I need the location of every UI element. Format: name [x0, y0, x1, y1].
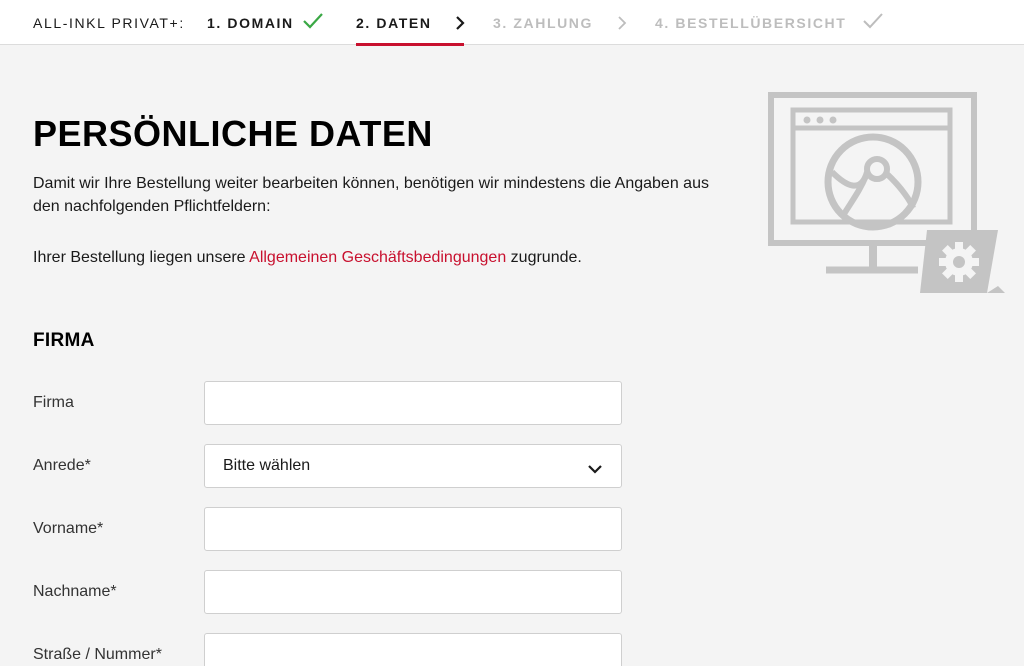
anrede-select[interactable]: Bitte wählen [204, 444, 622, 488]
vorname-input[interactable] [204, 507, 622, 551]
intro-text: Damit wir Ihre Bestellung weiter bearbei… [33, 175, 709, 215]
product-name: ALL-INKL PRIVAT+: [33, 15, 185, 31]
nachname-label: Nachname* [33, 583, 117, 600]
strasse-input[interactable] [204, 633, 622, 666]
active-step-indicator [356, 43, 464, 46]
anrede-selected-value: Bitte wählen [223, 457, 311, 474]
section-title-firma: FIRMA [33, 330, 95, 351]
vorname-label: Vorname* [33, 520, 104, 537]
strasse-label: Straße / Nummer* [33, 646, 162, 663]
page-title: PERSÖNLICHE DATEN [33, 113, 433, 154]
monitor-globe-icon [766, 90, 1008, 303]
terms-link[interactable]: Allgemeinen Geschäftsbedingungen [249, 249, 506, 266]
anrede-label: Anrede* [33, 457, 91, 474]
check-icon [302, 12, 324, 30]
nachname-input[interactable] [204, 570, 622, 614]
chevron-down-icon [587, 461, 603, 479]
firma-label: Firma [33, 394, 74, 411]
order-progress-bar: ALL-INKL PRIVAT+: 1. DOMAIN 2. DATEN 3. … [0, 0, 1024, 45]
step-zahlung: 3. ZAHLUNG [493, 15, 593, 31]
chevron-right-icon [455, 15, 465, 31]
step-bestelluebersicht: 4. BESTELLÜBERSICHT [655, 15, 847, 31]
terms-prefix: Ihrer Bestellung liegen unsere [33, 249, 246, 266]
gear-icon [920, 230, 1005, 293]
step-domain[interactable]: 1. DOMAIN [207, 15, 294, 31]
check-icon [862, 12, 884, 30]
step-daten[interactable]: 2. DATEN [356, 15, 432, 31]
terms-suffix: zugrunde. [510, 249, 582, 266]
firma-input[interactable] [204, 381, 622, 425]
terms-text: Ihrer Bestellung liegen unsere Allgemein… [33, 246, 582, 269]
chevron-right-icon [617, 15, 627, 31]
